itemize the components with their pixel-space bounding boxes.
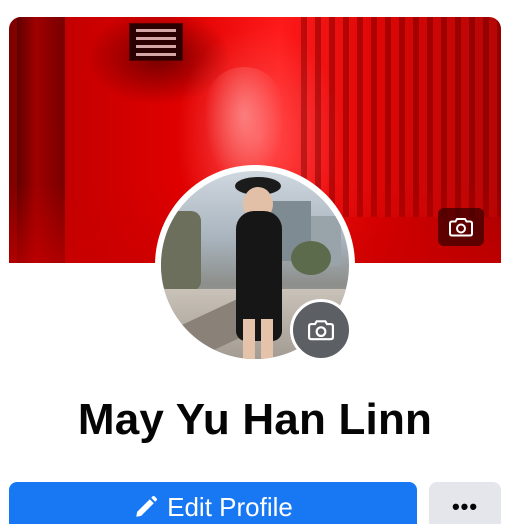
more-options-label: •••: [451, 494, 479, 519]
edit-profile-label: Edit Profile: [167, 492, 293, 522]
pencil-icon: [136, 495, 158, 517]
more-options-button[interactable]: •••: [429, 482, 501, 524]
cover-photo-sign: [129, 23, 183, 61]
edit-profile-button[interactable]: Edit Profile: [9, 482, 417, 524]
profile-picture-camera-button[interactable]: [290, 299, 352, 361]
camera-icon: [449, 218, 473, 237]
profile-page: May Yu Han Linn Edit Profile •••: [0, 0, 524, 524]
profile-name: May Yu Han Linn: [77, 395, 433, 444]
cover-camera-button[interactable]: [438, 208, 484, 246]
camera-icon: [308, 320, 334, 341]
